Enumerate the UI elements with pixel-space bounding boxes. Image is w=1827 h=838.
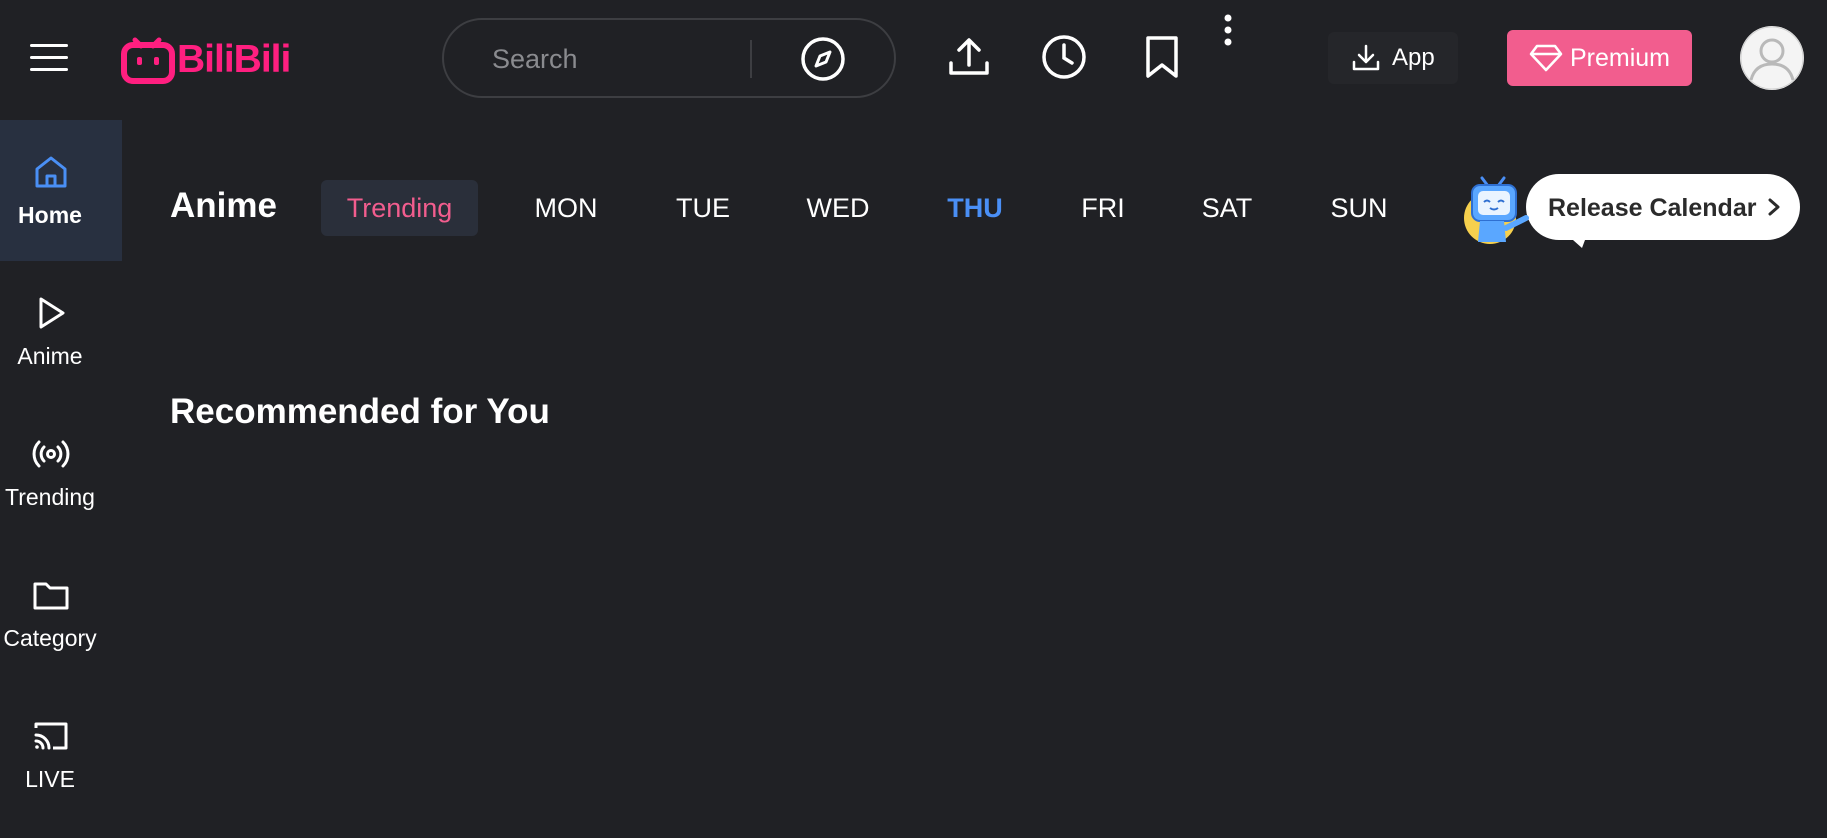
bubble-tail: [1564, 232, 1588, 248]
tab-sun[interactable]: SUN: [1309, 180, 1409, 236]
tv-mascot-icon: [1464, 176, 1534, 244]
sidebar-item-label: Home: [18, 202, 82, 228]
explore-button[interactable]: [799, 35, 847, 83]
home-icon: [35, 156, 67, 188]
sidebar-item-anime[interactable]: Anime: [0, 261, 122, 402]
bookmark-icon: [1146, 36, 1178, 78]
sidebar-item-trending[interactable]: Trending: [0, 402, 122, 543]
history-button[interactable]: [1040, 33, 1088, 86]
app-download-button[interactable]: App: [1328, 32, 1458, 84]
more-button[interactable]: [1218, 12, 1238, 57]
menu-icon-line: [30, 56, 68, 59]
sidebar-item-label: Category: [3, 625, 97, 651]
page-title: Anime: [170, 186, 277, 225]
cast-icon: [34, 722, 68, 750]
release-calendar-button[interactable]: Release Calendar: [1460, 168, 1800, 250]
top-bar: BiliBili Search App Premium: [0, 0, 1827, 118]
brand-name: BiliBili: [177, 38, 291, 81]
broadcast-icon: [32, 440, 70, 468]
sidebar-item-live[interactable]: LIVE: [0, 684, 122, 825]
sidebar-item-category[interactable]: Category: [0, 543, 122, 684]
avatar[interactable]: [1740, 26, 1804, 90]
folder-icon: [33, 582, 69, 610]
search-divider: [750, 40, 752, 78]
tab-fri[interactable]: FRI: [1053, 180, 1153, 236]
tab-tue[interactable]: TUE: [653, 180, 753, 236]
search-bar: [442, 18, 896, 98]
download-icon: [1352, 44, 1380, 71]
tab-thu[interactable]: THU: [925, 180, 1025, 236]
bilibili-logo[interactable]: BiliBili: [121, 30, 316, 86]
release-calendar-label: Release Calendar: [1548, 194, 1757, 222]
user-avatar-icon: [1740, 26, 1804, 90]
upload-button[interactable]: [945, 33, 993, 86]
menu-button[interactable]: [26, 40, 74, 76]
premium-label: Premium: [1570, 44, 1671, 72]
compass-icon: [801, 37, 845, 81]
recommended-title: Recommended for You: [170, 392, 550, 431]
sidebar-item-label: LIVE: [25, 766, 75, 792]
history-icon: [1042, 35, 1086, 79]
diamond-icon: [1529, 44, 1563, 72]
chevron-right-icon: [1768, 198, 1780, 216]
tab-trending[interactable]: Trending: [321, 180, 478, 236]
search-input[interactable]: [492, 40, 742, 78]
tab-wed[interactable]: WED: [788, 180, 888, 236]
sidebar-item-label: Anime: [17, 343, 83, 369]
tab-mon[interactable]: MON: [516, 180, 616, 236]
more-vertical-icon: [1224, 14, 1232, 46]
play-icon: [39, 297, 65, 329]
upload-icon: [949, 38, 989, 75]
tab-sat[interactable]: SAT: [1177, 180, 1277, 236]
premium-button[interactable]: Premium: [1507, 30, 1692, 86]
bookmark-button[interactable]: [1138, 33, 1186, 86]
menu-icon: [30, 44, 68, 47]
sidebar-item-label: Trending: [5, 484, 95, 510]
app-label: App: [1392, 44, 1435, 71]
tv-logo-icon: [121, 37, 175, 84]
sidebar-item-home[interactable]: Home: [0, 120, 122, 261]
menu-icon-line: [30, 68, 68, 71]
sidebar: Home Anime Trending Category LIVE: [0, 120, 122, 838]
